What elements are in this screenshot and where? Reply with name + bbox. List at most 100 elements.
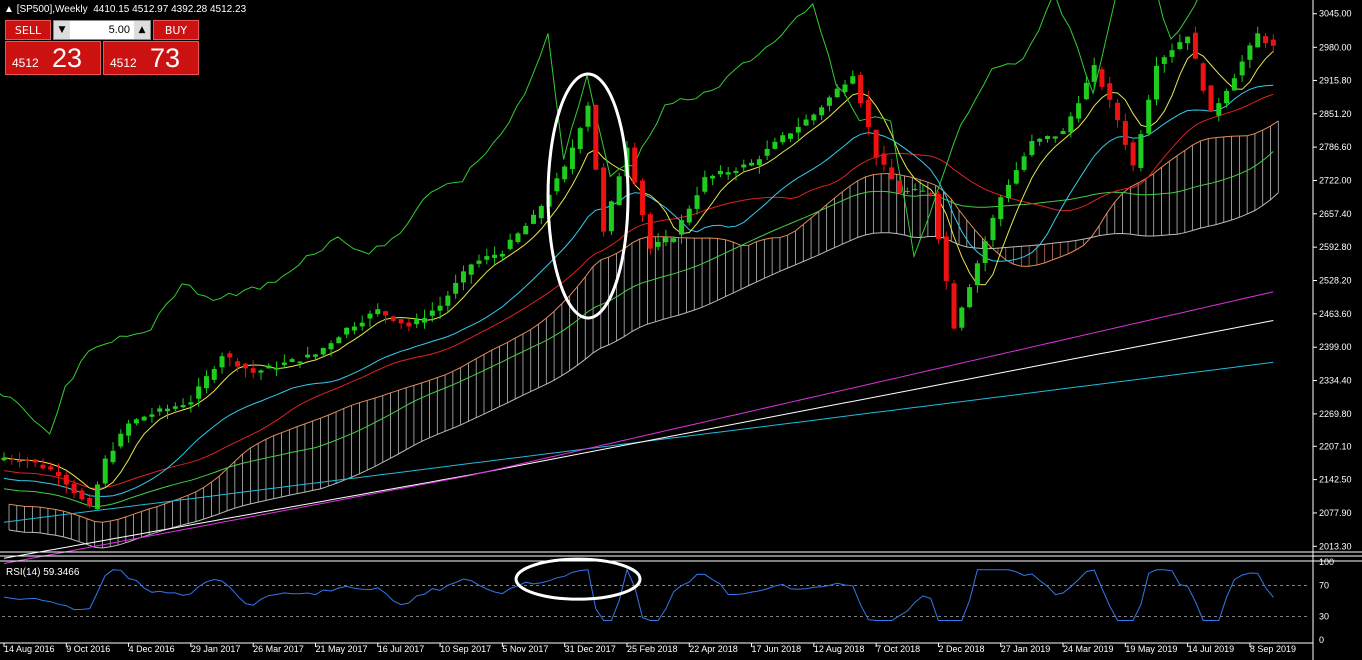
x-tick-label: 2 Dec 2018 <box>938 644 984 654</box>
candle-body <box>1247 45 1253 60</box>
candle-body <box>1146 99 1152 134</box>
candle-body <box>741 164 747 168</box>
candle-body <box>577 128 583 150</box>
candle-body <box>593 104 599 170</box>
candle-body <box>1270 39 1276 46</box>
candle-body <box>819 107 825 116</box>
chevron-up-icon[interactable]: ▲ <box>134 21 150 39</box>
candle-body <box>196 386 202 399</box>
candle-body <box>227 353 233 358</box>
y-tick-label: 2013.30 <box>1319 541 1352 551</box>
y-tick-label: 2722.00 <box>1319 175 1352 185</box>
candle-body <box>858 75 864 104</box>
candle-body <box>71 483 77 494</box>
candle-body <box>772 141 778 149</box>
x-tick-label: 7 Oct 2018 <box>876 644 920 654</box>
candle-body <box>172 406 178 409</box>
lot-size-value[interactable]: 5.00 <box>74 21 130 39</box>
candle-body <box>943 236 949 282</box>
rsi-tick-label: 70 <box>1319 580 1329 590</box>
lot-size-stepper[interactable]: ▼ 5.00 ▲ <box>53 20 151 40</box>
candle-body <box>305 354 311 358</box>
candle-body <box>1021 156 1027 170</box>
candle-body <box>289 359 295 362</box>
candle-body <box>1076 103 1082 119</box>
candle-body <box>390 316 396 321</box>
candle-body <box>1239 61 1245 76</box>
candle-body <box>17 460 23 462</box>
sell-price-pips: 23 <box>52 43 83 73</box>
candle-body <box>102 458 108 484</box>
candle-body <box>569 147 575 169</box>
x-tick-label: 10 Sep 2017 <box>440 644 491 654</box>
x-tick-label: 22 Apr 2018 <box>689 644 738 654</box>
y-tick-label: 2399.00 <box>1319 342 1352 352</box>
candle-body <box>1231 78 1237 91</box>
candle-body <box>663 237 669 243</box>
one-click-trading-panel: SELL ▼ 5.00 ▲ BUY 4512 23 4512 73 <box>5 20 199 76</box>
candle-body <box>764 148 770 156</box>
candle-body <box>632 147 638 183</box>
y-tick-label: 2207.10 <box>1319 441 1352 451</box>
y-tick-label: 2142.50 <box>1319 475 1352 485</box>
chevron-down-icon[interactable]: ▼ <box>54 21 70 39</box>
candle-body <box>694 195 700 209</box>
x-tick-label: 21 May 2017 <box>315 644 367 654</box>
candle-body <box>429 310 435 316</box>
candle-body <box>344 327 350 335</box>
rsi-tick-label: 0 <box>1319 635 1324 645</box>
candle-body <box>935 193 941 240</box>
candle-body <box>1138 134 1144 168</box>
candle-body <box>1153 65 1159 100</box>
candle-body <box>48 466 54 470</box>
candle-body <box>1177 42 1183 50</box>
candle-body <box>1263 36 1269 44</box>
buy-price-prefix: 4512 <box>110 56 137 70</box>
candle-body <box>359 322 365 327</box>
candle-body <box>149 414 155 417</box>
buy-button[interactable]: BUY <box>153 20 199 40</box>
y-tick-label: 2592.80 <box>1319 242 1352 252</box>
candle-body <box>787 133 793 139</box>
candle-body <box>974 263 980 286</box>
candle-body <box>865 99 871 128</box>
candle-body <box>920 190 926 192</box>
candle-body <box>414 318 420 325</box>
candle-body <box>523 225 529 235</box>
x-tick-label: 25 Feb 2018 <box>627 644 678 654</box>
candle-body <box>24 459 30 461</box>
candle-body <box>188 402 194 405</box>
candle-body <box>1029 141 1035 156</box>
x-tick-label: 14 Jul 2019 <box>1188 644 1235 654</box>
candle-body <box>826 97 832 106</box>
candle-body <box>640 180 646 216</box>
candle-body <box>492 254 498 258</box>
candle-body <box>725 172 731 175</box>
candle-body <box>266 365 272 369</box>
sell-price-button[interactable]: 4512 23 <box>5 41 101 75</box>
candle-body <box>437 305 443 311</box>
sell-button[interactable]: SELL <box>5 20 51 40</box>
candle-body <box>274 367 280 370</box>
candle-body <box>1255 33 1261 48</box>
candle-body <box>32 459 38 463</box>
candle-body <box>1 457 7 461</box>
candle-body <box>749 162 755 166</box>
y-tick-label: 2657.40 <box>1319 209 1352 219</box>
candle-body <box>554 178 560 192</box>
candle-body <box>889 167 895 180</box>
buy-price-button[interactable]: 4512 73 <box>103 41 199 75</box>
y-tick-label: 2528.20 <box>1319 276 1352 286</box>
y-tick-label: 2786.60 <box>1319 142 1352 152</box>
candle-body <box>1013 170 1019 184</box>
candle-body <box>538 206 544 219</box>
candle-body <box>40 464 46 469</box>
candle-body <box>203 376 209 389</box>
candle-body <box>9 458 15 461</box>
x-tick-label: 19 May 2019 <box>1125 644 1177 654</box>
candle-body <box>951 283 957 329</box>
candle-body <box>562 166 568 180</box>
x-tick-label: 14 Aug 2016 <box>4 644 55 654</box>
candle-body <box>56 472 62 476</box>
candle-body <box>616 176 622 206</box>
